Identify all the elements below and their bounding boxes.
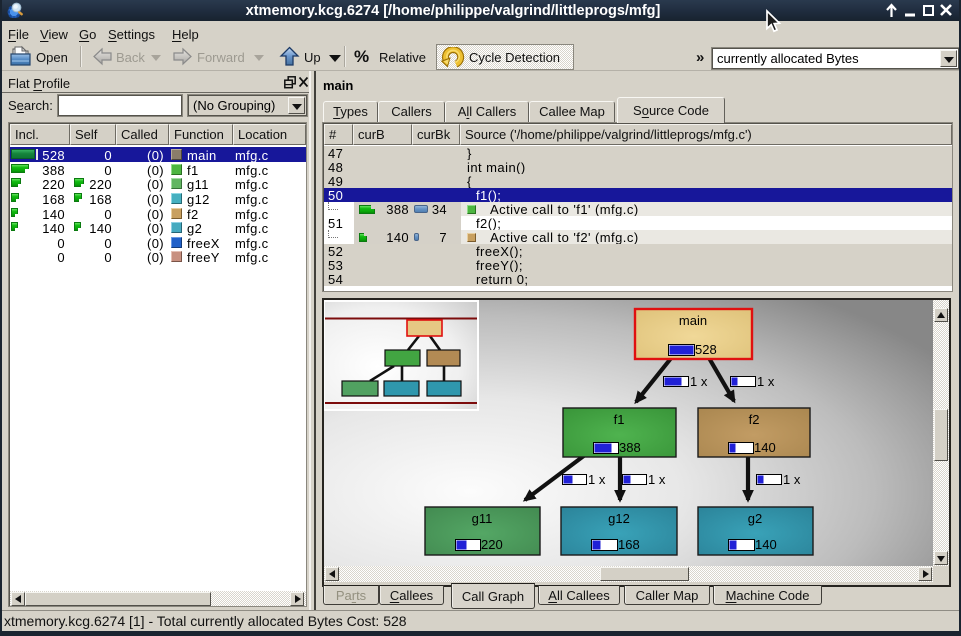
svg-text:168: 168 — [618, 537, 640, 552]
svg-text:388: 388 — [619, 440, 641, 455]
svg-text:f2: f2 — [749, 412, 760, 427]
svg-text:g12: g12 — [608, 511, 630, 526]
svg-text:g11: g11 — [472, 511, 493, 526]
svg-text:140: 140 — [755, 537, 777, 552]
svg-text:1 x: 1 x — [690, 374, 708, 389]
svg-text:140: 140 — [754, 440, 776, 455]
svg-text:528: 528 — [695, 342, 717, 357]
svg-text:g2: g2 — [748, 511, 762, 526]
svg-text:f1: f1 — [614, 412, 625, 427]
svg-text:main: main — [679, 313, 707, 328]
svg-text:1 x: 1 x — [757, 374, 775, 389]
svg-text:1 x: 1 x — [783, 472, 801, 487]
svg-text:1 x: 1 x — [648, 472, 666, 487]
svg-text:1 x: 1 x — [588, 472, 606, 487]
svg-text:220: 220 — [481, 537, 503, 552]
